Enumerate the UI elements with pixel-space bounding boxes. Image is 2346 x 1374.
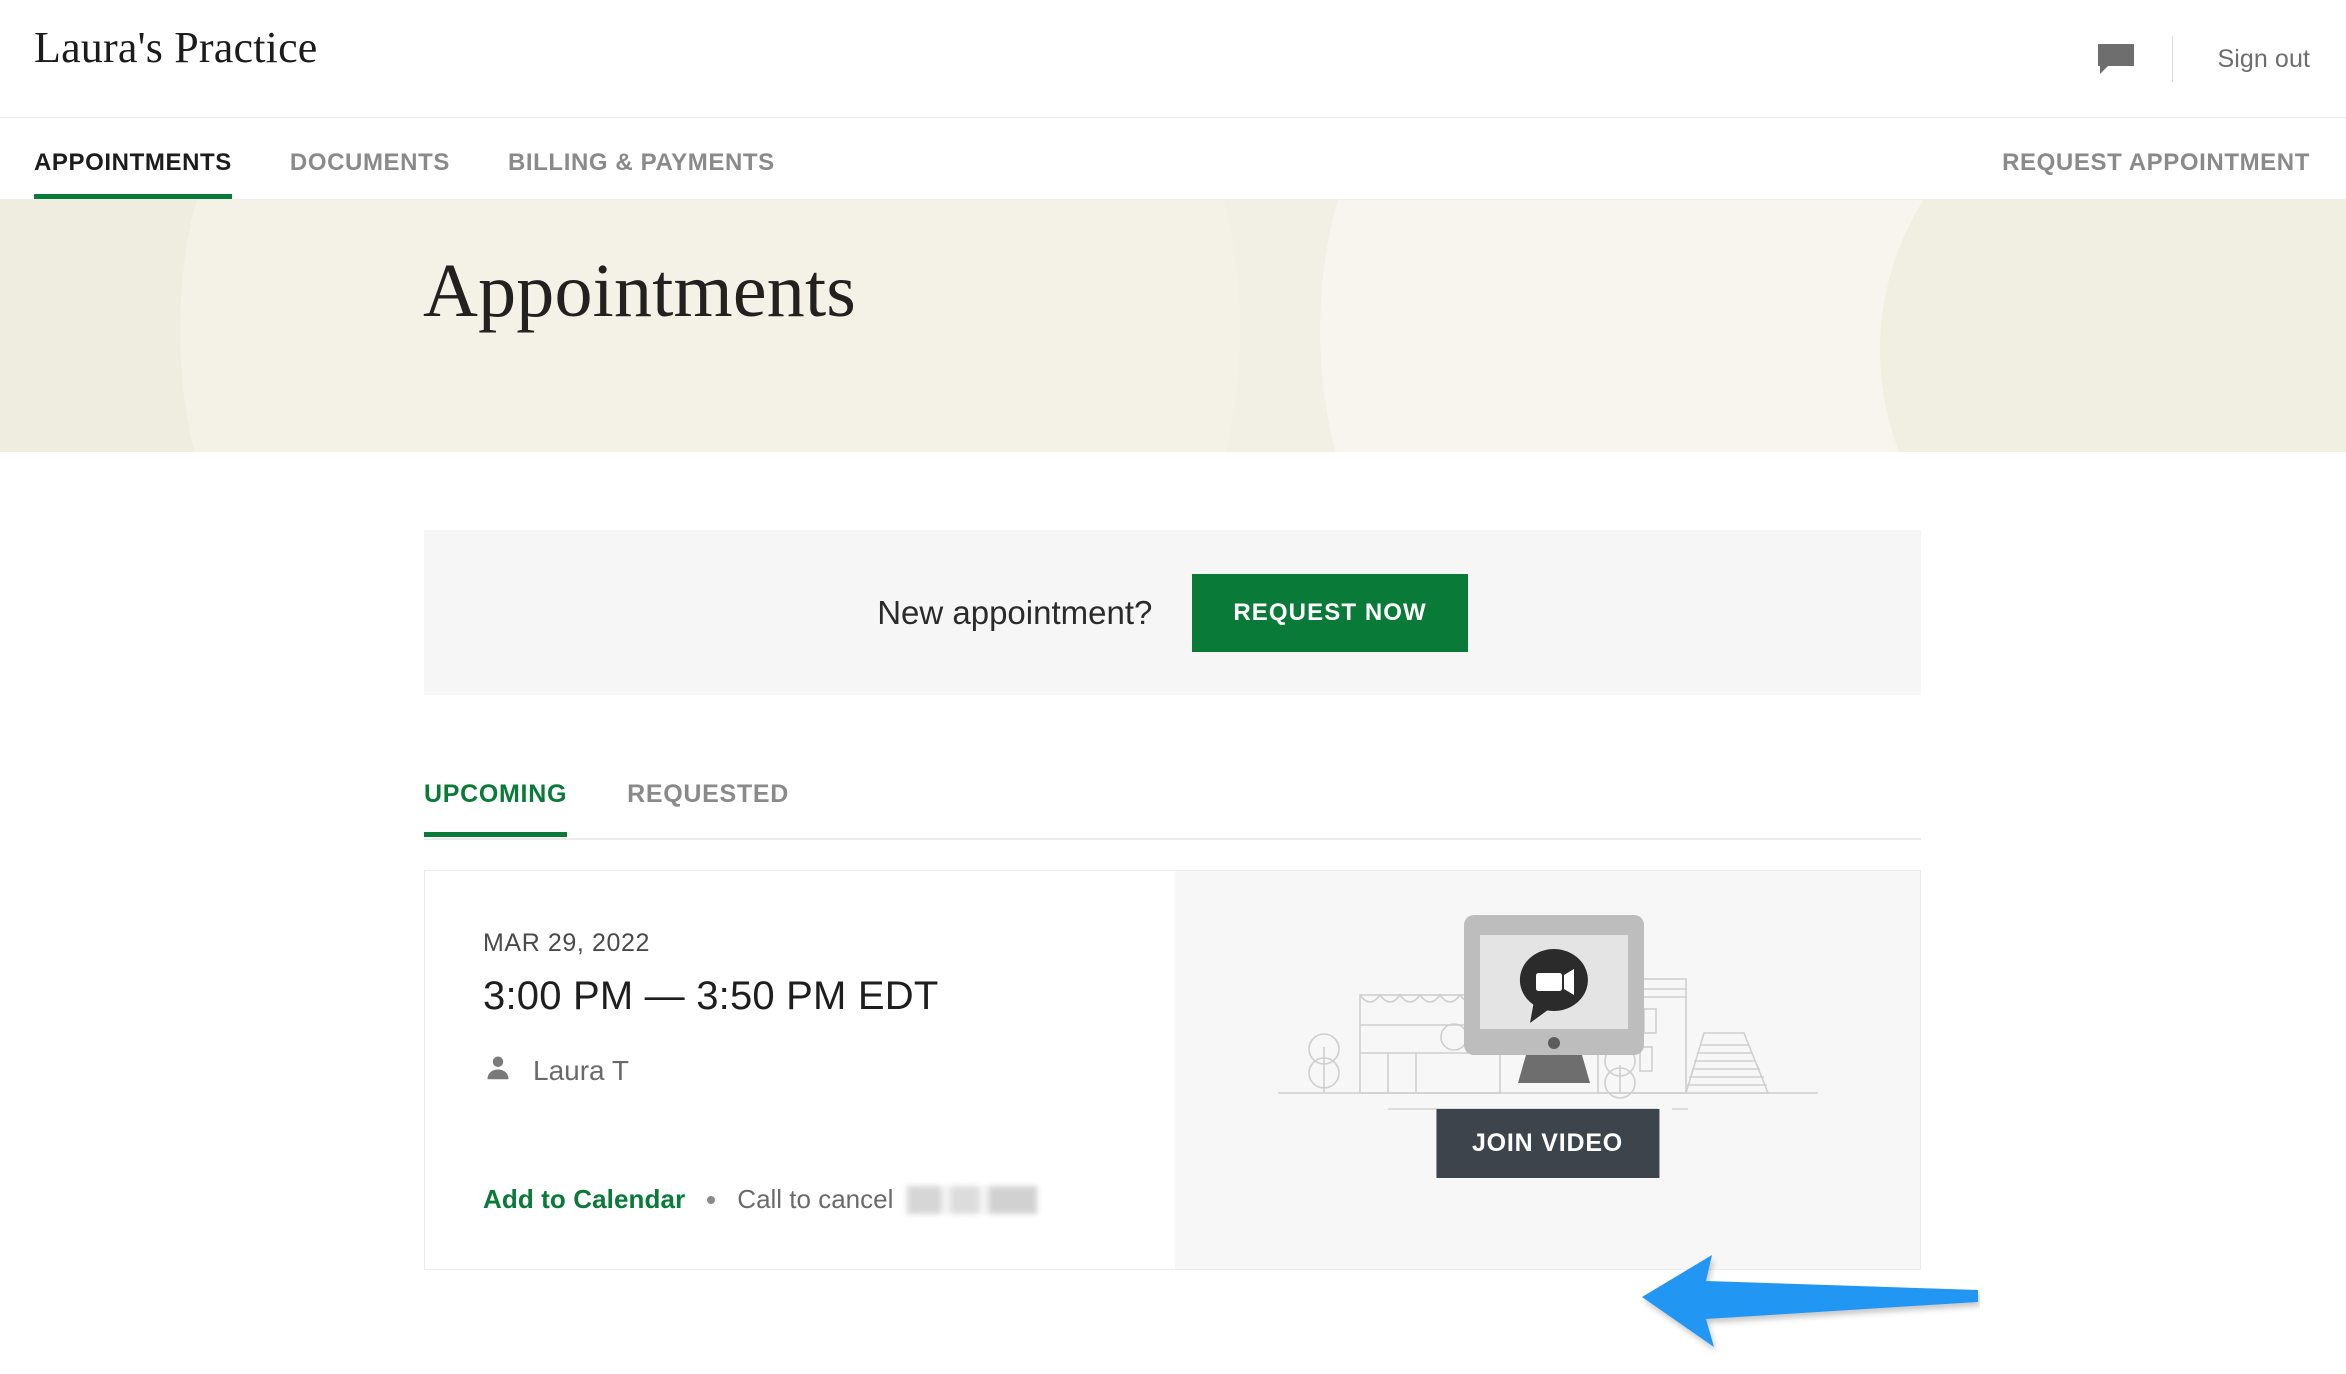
message-bubble-icon[interactable]	[2094, 37, 2138, 81]
nav-tab-list: APPOINTMENTS DOCUMENTS BILLING & PAYMENT…	[34, 117, 833, 199]
main-nav: APPOINTMENTS DOCUMENTS BILLING & PAYMENT…	[0, 118, 2346, 200]
tab-documents[interactable]: DOCUMENTS	[290, 149, 450, 199]
appointment-provider: Laura T	[483, 1053, 1175, 1088]
top-bar-divider	[2172, 36, 2174, 82]
call-to-cancel-label: Call to cancel	[737, 1184, 894, 1214]
appointment-card: MAR 29, 2022 3:00 PM — 3:50 PM EDT Laura…	[424, 870, 1921, 1270]
new-appointment-banner: New appointment? REQUEST NOW	[424, 530, 1921, 695]
person-icon	[483, 1053, 513, 1088]
video-visit-illustration	[1268, 897, 1828, 1122]
top-bar-actions: Sign out	[2094, 0, 2310, 118]
appointment-details: MAR 29, 2022 3:00 PM — 3:50 PM EDT Laura…	[425, 871, 1175, 1269]
subtab-upcoming[interactable]: UPCOMING	[424, 780, 568, 837]
page-hero: Appointments	[0, 200, 2346, 452]
appointment-date: MAR 29, 2022	[483, 929, 651, 957]
sign-out-link[interactable]: Sign out	[2217, 45, 2310, 74]
practice-title: Laura's Practice	[34, 23, 318, 72]
redacted-phone-number	[907, 1185, 1038, 1214]
appointment-subtabs: UPCOMING REQUESTED	[424, 780, 1921, 840]
appointment-time-range: 3:00 PM — 3:50 PM EDT	[483, 974, 939, 1018]
provider-name: Laura T	[533, 1054, 629, 1086]
request-appointment-link[interactable]: REQUEST APPOINTMENT	[2002, 149, 2310, 177]
main-content: New appointment? REQUEST NOW UPCOMING RE…	[0, 452, 2346, 1374]
appointment-actions: Add to Calendar Call to cancel	[483, 1184, 1038, 1215]
join-video-button[interactable]: JOIN VIDEO	[1435, 1109, 1660, 1178]
tab-billing-payments[interactable]: BILLING & PAYMENTS	[508, 149, 775, 199]
tab-appointments[interactable]: APPOINTMENTS	[34, 149, 232, 199]
request-now-button[interactable]: REQUEST NOW	[1192, 573, 1468, 652]
top-bar: Laura's Practice Sign out	[0, 0, 2346, 118]
hero-decoration-circle	[1880, 200, 2346, 452]
add-to-calendar-link[interactable]: Add to Calendar	[483, 1184, 685, 1215]
subtab-requested[interactable]: REQUESTED	[627, 780, 789, 835]
appointment-video-panel: JOIN VIDEO	[1175, 871, 1920, 1269]
page-title: Appointments	[423, 249, 857, 333]
new-appointment-prompt: New appointment?	[877, 593, 1153, 631]
action-separator-dot	[707, 1195, 716, 1204]
